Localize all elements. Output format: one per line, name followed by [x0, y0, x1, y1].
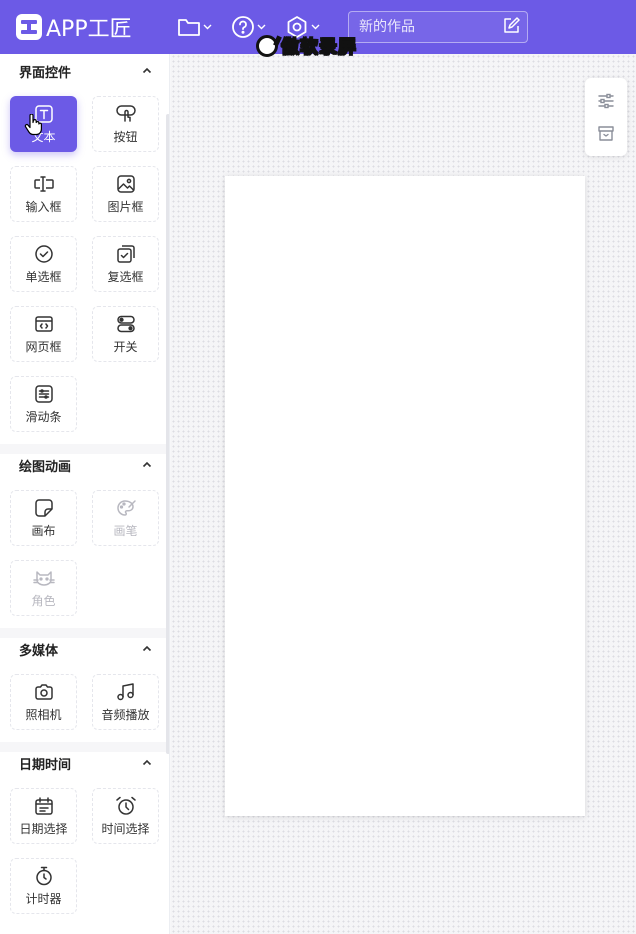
component-label: 照相机	[25, 707, 62, 722]
radio-icon	[34, 244, 53, 263]
chevron-down-icon	[203, 24, 212, 30]
component-label: 网页框	[25, 339, 62, 354]
component-canvas[interactable]: 画布	[10, 490, 77, 546]
component-sidebar: 界面控件 文本 按钮 输入框 图片框 单选框 复选框 网页框 开关 滑动条 绘图…	[0, 54, 170, 934]
component-webview[interactable]: 网页框	[10, 306, 77, 362]
chevron-up-icon	[142, 461, 152, 468]
right-tool-panel	[585, 78, 627, 156]
recorder-logo-icon	[256, 35, 278, 57]
section-title: 日期时间	[19, 757, 72, 773]
component-label: 计时器	[25, 891, 62, 906]
component-label: 角色	[31, 593, 56, 608]
folder-icon	[178, 19, 200, 36]
component-input[interactable]: 输入框	[10, 166, 77, 222]
component-label: 按钮	[113, 129, 138, 144]
component-library-icon[interactable]	[596, 124, 616, 144]
alarm-clock-icon	[115, 796, 136, 815]
component-sprite[interactable]: 角色	[10, 560, 77, 616]
component-text[interactable]: 文本	[10, 96, 77, 152]
checkbox-icon	[116, 244, 135, 263]
cat-icon	[32, 570, 55, 586]
music-icon	[116, 682, 134, 700]
section-header-multimedia[interactable]: 多媒体	[0, 632, 166, 666]
section-header-drawing-animation[interactable]: 绘图动画	[0, 448, 166, 482]
stopwatch-icon	[35, 866, 52, 885]
canvas-icon	[34, 498, 53, 517]
section-header-date-time[interactable]: 日期时间	[0, 746, 166, 780]
edit-icon[interactable]	[502, 17, 520, 35]
component-label: 图片框	[107, 199, 144, 214]
component-timer[interactable]: 计时器	[10, 858, 77, 914]
help-icon	[232, 16, 254, 38]
component-radio[interactable]: 单选框	[10, 236, 77, 292]
chevron-down-icon	[257, 24, 266, 30]
hand-pointer-cursor-icon	[24, 114, 42, 136]
component-label: 滑动条	[25, 409, 62, 424]
chevron-down-icon	[311, 24, 320, 30]
app-logo: APP工匠	[16, 13, 132, 42]
properties-sliders-icon[interactable]	[596, 91, 616, 111]
component-slider[interactable]: 滑动条	[10, 376, 77, 432]
component-image[interactable]: 图片框	[92, 166, 159, 222]
logo-mark-icon	[16, 14, 42, 40]
section-header-ui-controls[interactable]: 界面控件	[0, 54, 166, 88]
component-label: 画布	[31, 523, 56, 538]
file-menu-button[interactable]	[177, 15, 212, 39]
section-title: 绘图动画	[19, 459, 72, 475]
component-camera[interactable]: 照相机	[10, 674, 77, 730]
chevron-up-icon	[142, 67, 152, 74]
switch-icon	[116, 315, 135, 332]
sidebar-scrollbar[interactable]	[166, 114, 169, 754]
component-label: 日期选择	[19, 821, 68, 836]
component-date-picker[interactable]: 日期选择	[10, 788, 77, 844]
chevron-up-icon	[142, 759, 152, 766]
component-label: 音频播放	[101, 707, 150, 722]
component-label: 画笔	[113, 523, 138, 538]
image-icon	[116, 174, 135, 193]
component-label: 开关	[113, 339, 138, 354]
watermark-text: 傲软录屏	[281, 37, 357, 59]
webview-icon	[34, 315, 53, 332]
component-brush[interactable]: 画笔	[92, 490, 159, 546]
section-title: 多媒体	[19, 643, 59, 659]
calendar-icon	[34, 796, 53, 815]
component-label: 输入框	[25, 199, 62, 214]
app-screen-canvas[interactable]	[225, 176, 585, 816]
chevron-up-icon	[142, 645, 152, 652]
component-time-picker[interactable]: 时间选择	[92, 788, 159, 844]
input-icon	[33, 175, 54, 192]
palette-icon	[116, 499, 136, 516]
component-switch[interactable]: 开关	[92, 306, 159, 362]
component-label: 时间选择	[101, 821, 150, 836]
app-name: APP工匠	[46, 17, 132, 42]
camera-icon	[34, 683, 53, 700]
project-title-input[interactable]	[348, 11, 528, 43]
tap-icon	[115, 104, 136, 122]
slider-icon	[34, 384, 53, 403]
component-label: 复选框	[107, 269, 144, 284]
component-checkbox[interactable]: 复选框	[92, 236, 159, 292]
component-audio-player[interactable]: 音频播放	[92, 674, 159, 730]
component-button[interactable]: 按钮	[92, 96, 159, 152]
recorder-watermark: 傲软录屏	[256, 33, 357, 59]
component-label: 单选框	[25, 269, 62, 284]
section-title: 界面控件	[19, 65, 72, 81]
